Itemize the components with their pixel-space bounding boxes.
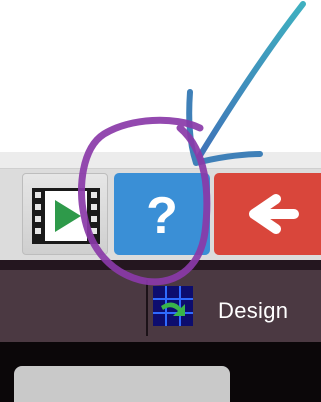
question-icon: ? (146, 187, 178, 245)
content-field[interactable] (14, 366, 230, 402)
screenshot-crop: ? Design (0, 0, 321, 402)
film-play-icon (32, 188, 100, 244)
annotation-arrow (193, 1, 306, 165)
arrow-left-icon (249, 194, 299, 234)
tab-design[interactable]: Design (150, 276, 321, 340)
video-tutorial-button[interactable] (22, 173, 108, 255)
tab-design-label: Design (218, 298, 289, 323)
tab-divider (146, 280, 148, 336)
svg-text:?: ? (146, 187, 178, 245)
back-button[interactable] (214, 173, 321, 255)
toolbar: ? (0, 168, 321, 260)
help-button[interactable]: ? (114, 173, 210, 255)
design-grid-icon (153, 286, 193, 326)
